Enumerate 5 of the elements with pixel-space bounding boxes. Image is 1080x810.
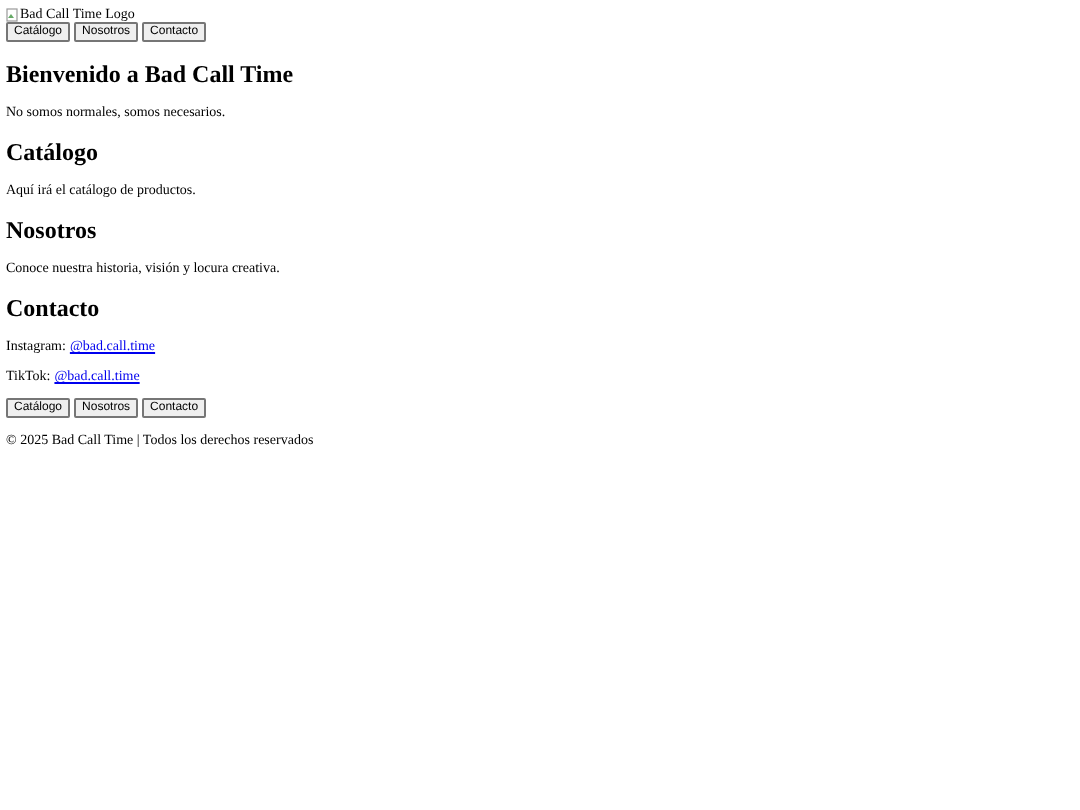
- section-heading: Catálogo: [6, 138, 100, 166]
- section-heading: Bienvenido a Bad Call Time: [6, 60, 296, 88]
- section-heading: Contacto: [6, 294, 102, 322]
- broken-image-icon: [6, 7, 18, 21]
- section-heading: Nosotros: [6, 216, 99, 244]
